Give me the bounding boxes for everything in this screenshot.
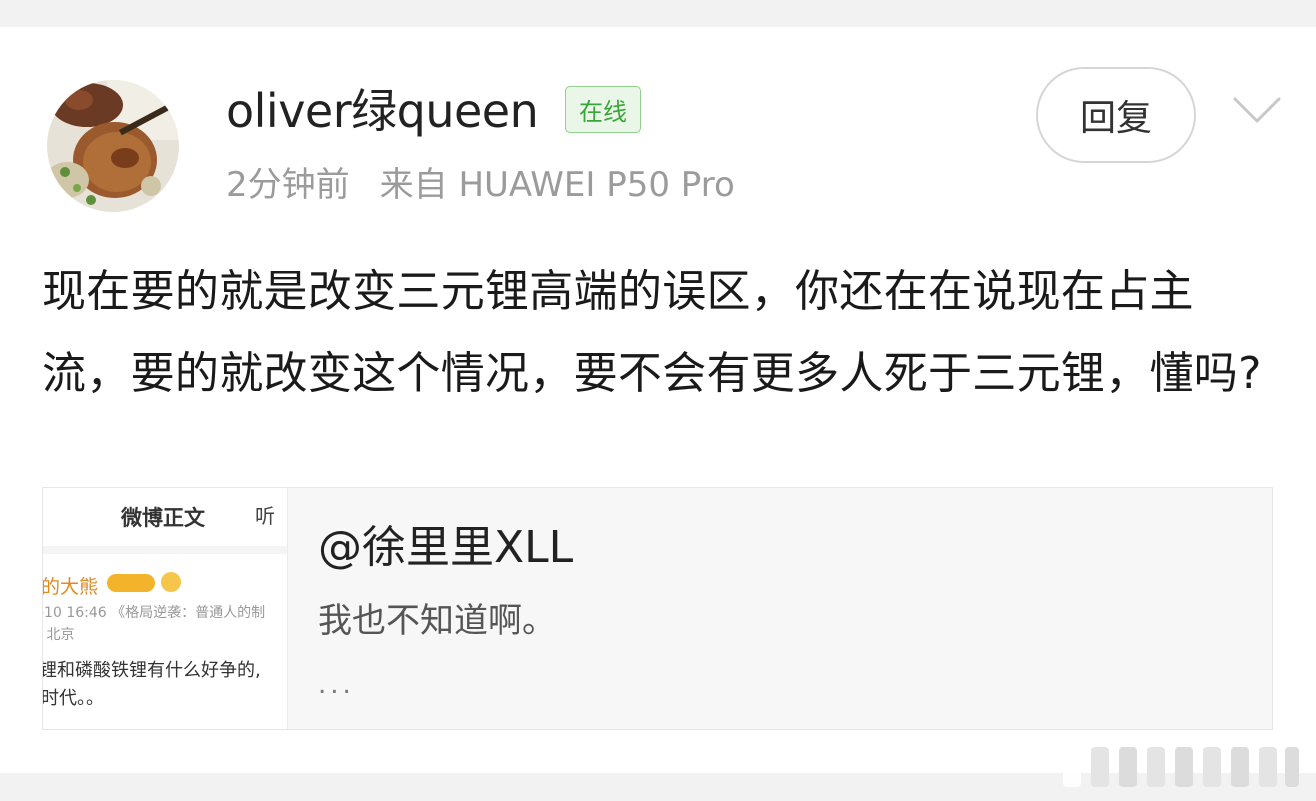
scroll-indicator-icon bbox=[1063, 747, 1299, 787]
comment-card: oliver绿queen 在线 2分钟前 来自 HUAWEI P50 Pro 回复… bbox=[0, 27, 1316, 773]
reply-button[interactable]: 回复 bbox=[1036, 67, 1196, 163]
vip-badge-icon bbox=[107, 574, 155, 592]
comment-text: 现在要的就是改变三元锂高端的误区，你还在在说现在占主流，要的就改变这个情况，要不… bbox=[42, 266, 1262, 399]
post-meta: 2分钟前 来自 HUAWEI P50 Pro bbox=[226, 163, 735, 207]
thumbnail-username: 的大熊 bbox=[43, 576, 99, 598]
post-source: 来自 HUAWEI P50 Pro bbox=[379, 165, 735, 205]
quoted-post-thumbnail[interactable]: 微博正文 听 的大熊 -10 16:46 《格局逆袭：普通人的制 - 北京 锂和… bbox=[43, 488, 288, 729]
thumbnail-title: 微博正文 bbox=[121, 506, 205, 530]
quoted-text: 我也不知道啊。 bbox=[318, 601, 556, 641]
chevron-down-icon[interactable] bbox=[1231, 93, 1283, 129]
online-status-badge: 在线 bbox=[565, 86, 641, 133]
headphone-icon: 听 bbox=[255, 504, 275, 528]
emoji-icon bbox=[161, 572, 181, 592]
thumbnail-text-line: 锂和磷酸铁锂有什么好争的, bbox=[43, 660, 261, 681]
thumbnail-meta: -10 16:46 《格局逆袭：普通人的制 bbox=[43, 605, 266, 621]
thumbnail-divider bbox=[43, 546, 287, 554]
quoted-more: ... bbox=[318, 670, 355, 700]
username[interactable]: oliver绿queen bbox=[226, 81, 539, 141]
post-time: 2分钟前 bbox=[226, 165, 350, 205]
thumbnail-text-line: 时代。。 bbox=[43, 688, 104, 709]
avatar-food-photo bbox=[47, 80, 179, 212]
quoted-post[interactable]: 微博正文 听 的大熊 -10 16:46 《格局逆袭：普通人的制 - 北京 锂和… bbox=[42, 487, 1273, 730]
quoted-author[interactable]: @徐里里XLL bbox=[318, 520, 573, 576]
avatar[interactable] bbox=[47, 80, 179, 212]
thumbnail-location: - 北京 bbox=[43, 627, 75, 643]
